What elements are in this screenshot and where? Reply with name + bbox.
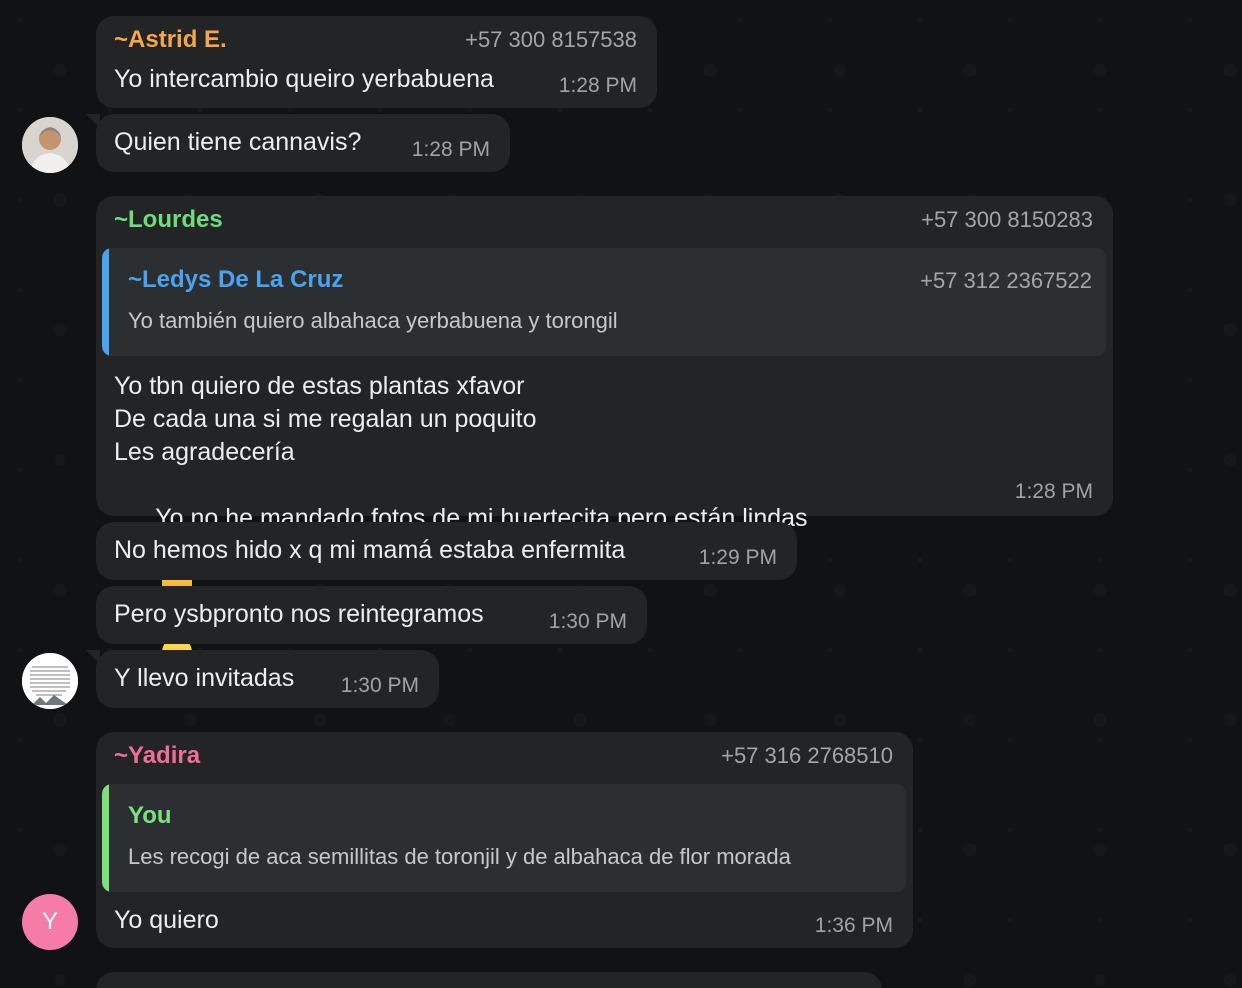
- message-text: Y llevo invitadas: [114, 664, 295, 692]
- quoted-message[interactable]: You Les recogi de aca semillitas de toro…: [102, 784, 906, 892]
- message-bubble[interactable]: No hemos hido x q mi mamá estaba enfermi…: [96, 522, 797, 580]
- quoted-sender-name: ~Ledys De La Cruz: [128, 266, 344, 293]
- message-time: 1:30 PM: [340, 674, 419, 697]
- message-bubble[interactable]: [96, 972, 882, 988]
- avatar[interactable]: [22, 653, 78, 709]
- sender-row: ~Lourdes +57 300 8150283: [114, 206, 1093, 234]
- message-text-line: Yo tbn quiero de estas plantas xfavor: [114, 372, 525, 400]
- message-time: 1:28 PM: [1014, 480, 1093, 503]
- message-time: 1:30 PM: [548, 610, 627, 633]
- quoted-text: Yo también quiero albahaca yerbabuena y …: [128, 308, 618, 333]
- message-bubble[interactable]: Pero ysbpronto nos reintegramos 1:30 PM: [96, 586, 647, 644]
- quoted-sender-name: You: [128, 802, 172, 829]
- message-bubble[interactable]: Y llevo invitadas 1:30 PM: [86, 650, 439, 708]
- message-bubble[interactable]: ~Lourdes +57 300 8150283 ~Ledys De La Cr…: [96, 196, 1113, 667]
- sender-name[interactable]: ~Yadira: [114, 742, 200, 770]
- sender-phone: +57 300 8150283: [921, 207, 1093, 232]
- quote-bar: [102, 248, 109, 356]
- sender-row: ~Yadira +57 316 2768510: [114, 742, 893, 770]
- message-text: Yo quiero: [114, 906, 219, 934]
- message-time: 1:29 PM: [698, 546, 777, 569]
- avatar[interactable]: [22, 117, 78, 173]
- sender-name[interactable]: ~Lourdes: [114, 206, 223, 234]
- sender-phone: +57 316 2768510: [721, 743, 893, 768]
- message-text: Yo intercambio queiro yerbabuena: [114, 65, 494, 93]
- sender-name[interactable]: ~Astrid E.: [114, 26, 227, 54]
- message-text: Pero ysbpronto nos reintegramos: [114, 600, 484, 628]
- sender-phone: +57 300 8157538: [465, 27, 637, 52]
- message-text-line: Les agradecería: [114, 438, 295, 466]
- message-text: Quien tiene cannavis?: [114, 128, 362, 156]
- message-bubble[interactable]: ~Astrid E. +57 300 8157538 Yo intercambi…: [96, 16, 657, 108]
- message-text-line: De cada una si me regalan un poquito: [114, 405, 537, 433]
- quoted-message[interactable]: ~Ledys De La Cruz +57 312 2367522 Yo tam…: [102, 248, 1106, 356]
- message-text: No hemos hido x q mi mamá estaba enfermi…: [114, 536, 626, 564]
- sender-row: ~Astrid E. +57 300 8157538: [114, 26, 637, 54]
- quoted-text: Les recogi de aca semillitas de toronjil…: [128, 844, 791, 869]
- quoted-sender-phone: +57 312 2367522: [920, 268, 1092, 293]
- message-time: 1:28 PM: [558, 74, 637, 97]
- message-time: 1:28 PM: [411, 138, 490, 161]
- message-time: 1:36 PM: [814, 914, 893, 937]
- person-photo-icon: [22, 117, 78, 173]
- avatar-letter: Y: [41, 908, 58, 935]
- message-bubble[interactable]: ~Yadira +57 316 2768510 You Les recogi d…: [96, 732, 913, 948]
- message-bubble[interactable]: Quien tiene cannavis? 1:28 PM: [86, 114, 510, 172]
- quote-bar: [102, 784, 109, 892]
- chat-background: ~Astrid E. +57 300 8157538 Yo intercambi…: [0, 0, 1242, 988]
- text-image-icon: [22, 653, 78, 709]
- avatar[interactable]: Y: [22, 894, 78, 950]
